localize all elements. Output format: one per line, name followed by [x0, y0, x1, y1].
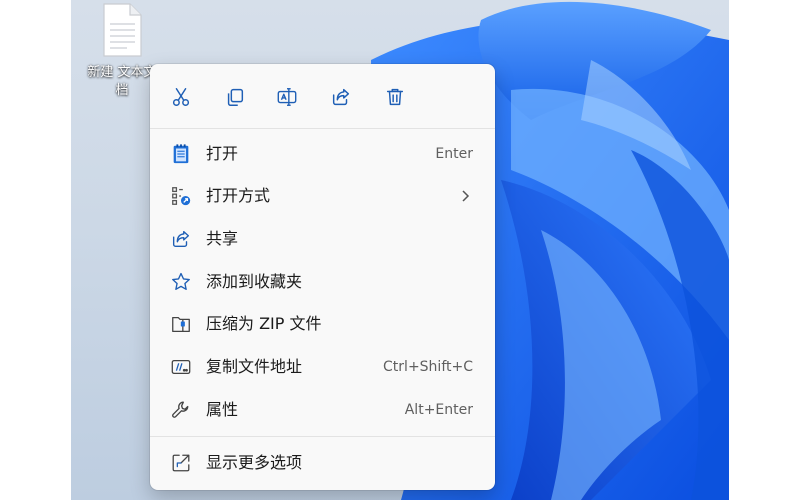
trash-icon [386, 88, 404, 106]
menu-item-label: 共享 [206, 229, 239, 248]
menu-separator [150, 436, 495, 437]
more-options-icon [170, 452, 192, 474]
menu-item-label: 属性 [206, 400, 239, 419]
wrench-icon [170, 399, 192, 421]
menu-item-label: 压缩为 ZIP 文件 [206, 314, 322, 333]
menu-item-open[interactable]: 打开 Enter [156, 135, 489, 173]
menu-item-add-to-favorites[interactable]: 添加到收藏夹 [156, 263, 489, 301]
menu-item-shortcut: Enter [435, 146, 473, 162]
menu-item-share[interactable]: 共享 [156, 220, 489, 258]
share-icon [170, 228, 192, 250]
rename-icon [277, 88, 297, 106]
star-icon [170, 271, 192, 293]
menu-item-label: 添加到收藏夹 [206, 272, 303, 291]
share-button[interactable] [324, 80, 358, 114]
zip-folder-icon [170, 313, 192, 335]
copy-path-icon [170, 356, 192, 378]
copy-button[interactable] [218, 80, 252, 114]
open-with-icon [170, 185, 192, 207]
menu-item-label: 打开 [206, 144, 239, 163]
rename-button[interactable] [270, 80, 304, 114]
quick-actions-bar [150, 64, 495, 128]
notepad-icon [170, 143, 192, 165]
menu-item-copy-path[interactable]: 复制文件地址 Ctrl+Shift+C [156, 348, 489, 386]
menu-item-properties[interactable]: 属性 Alt+Enter [156, 391, 489, 429]
menu-item-show-more-options[interactable]: 显示更多选项 [156, 444, 489, 482]
blank-document-icon [101, 2, 143, 58]
menu-item-open-with[interactable]: 打开方式 [156, 177, 489, 215]
menu-item-shortcut: Ctrl+Shift+C [383, 359, 473, 375]
delete-button[interactable] [378, 80, 412, 114]
menu-item-label: 显示更多选项 [206, 453, 303, 472]
copy-icon [227, 88, 244, 106]
share-icon [332, 88, 350, 106]
chevron-right-icon [462, 190, 470, 202]
menu-item-label: 打开方式 [206, 186, 271, 205]
scissors-icon [172, 88, 190, 106]
menu-item-shortcut: Alt+Enter [404, 402, 473, 418]
menu-item-compress-zip[interactable]: 压缩为 ZIP 文件 [156, 305, 489, 343]
context-menu: 打开 Enter 打开方式 共享 添加到收藏夹 压缩为 ZIP 文件 复制文件地… [150, 64, 495, 490]
menu-separator [150, 128, 495, 129]
cut-button[interactable] [164, 80, 198, 114]
menu-item-label: 复制文件地址 [206, 357, 303, 376]
